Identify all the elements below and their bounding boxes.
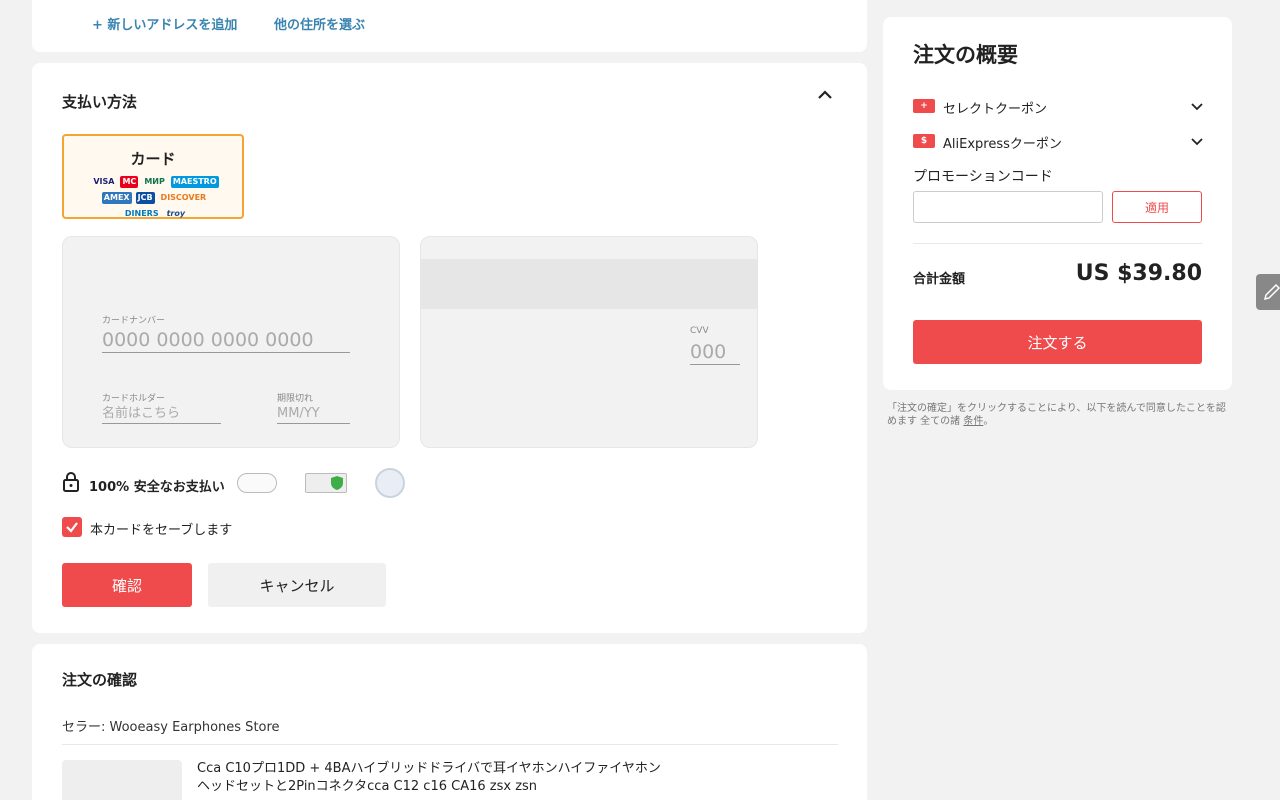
visa-logo: VISA: [93, 177, 115, 186]
card-number-input[interactable]: [102, 327, 350, 353]
card-payment-option[interactable]: カード VISA MC МИР MAESTRO AMEX JCB DISCOVE…: [62, 134, 244, 219]
promo-code-label: プロモーションコード: [913, 169, 1053, 185]
product-thumbnail[interactable]: [62, 760, 182, 800]
select-coupon-label: セレクトクーポン: [943, 102, 1048, 117]
pencil-icon: [1263, 283, 1280, 301]
save-card-label: 本カードをセーブします: [90, 523, 233, 538]
payment-panel: 支払い方法 カード VISA MC МИР MAESTRO AMEX JCB D…: [32, 63, 867, 633]
add-new-address-link[interactable]: + 新しいアドレスを追加: [92, 14, 237, 33]
chevron-down-icon[interactable]: [1191, 135, 1203, 147]
secure-payment-row: 100% 安全なお支払い: [62, 468, 422, 498]
chevron-up-icon[interactable]: [817, 87, 833, 103]
lock-icon: [63, 472, 79, 492]
pci-seal-icon: [375, 468, 405, 498]
confirm-button[interactable]: 確認: [62, 563, 192, 607]
address-panel: + 新しいアドレスを追加 他の住所を選ぶ: [32, 0, 867, 52]
cancel-button[interactable]: キャンセル: [208, 563, 386, 607]
product-name[interactable]: Cca C10プロ1DD + 4BAハイブリッドドライバで耳イヤホンハイファイヤ…: [197, 760, 667, 796]
mastercard-logo: MC: [120, 176, 139, 188]
card-brand-logos: VISA MC МИР MAESTRO AMEX JCB DISCOVER DI…: [84, 176, 226, 220]
divider: [62, 744, 838, 745]
aliexpress-coupon-label: AliExpressクーポン: [943, 137, 1062, 152]
terms-link[interactable]: 条件: [963, 416, 983, 427]
summary-title: 注文の概要: [913, 43, 1018, 67]
promo-code-input[interactable]: [913, 191, 1103, 223]
aliexpress-coupon-row[interactable]: $ AliExpressクーポン: [913, 131, 1203, 152]
card-front: カードナンバー カードホルダー 期限切れ: [62, 236, 400, 448]
total-label: 合計金額: [913, 272, 966, 287]
feedback-tab[interactable]: [1256, 274, 1280, 310]
choose-other-address-link[interactable]: 他の住所を選ぶ: [274, 14, 365, 33]
security-badge-icon: [237, 473, 277, 493]
order-review-panel: 注文の確認 セラー: Wooeasy Earphones Store Cca C…: [32, 644, 867, 800]
maestro-logo: MAESTRO: [170, 176, 219, 188]
select-coupon-row[interactable]: + セレクトクーポン: [913, 96, 1203, 117]
chevron-down-icon[interactable]: [1191, 100, 1203, 112]
cvv-input[interactable]: [690, 340, 740, 365]
jcb-logo: JCB: [135, 192, 155, 204]
card-number-label: カードナンバー: [102, 316, 166, 326]
dollar-coupon-icon: $: [913, 134, 935, 148]
order-review-title: 注文の確認: [62, 671, 138, 689]
troy-logo: troy: [166, 209, 186, 218]
total-amount: US $39.80: [1075, 261, 1202, 286]
discover-logo: DISCOVER: [160, 193, 207, 202]
secure-payment-text: 100% 安全なお支払い: [89, 480, 225, 495]
card-back: CVV: [420, 236, 758, 448]
magnetic-strip: [421, 259, 757, 309]
coupon-icon: +: [913, 99, 935, 113]
mir-logo: МИР: [144, 177, 165, 186]
payment-title: 支払い方法: [62, 93, 138, 111]
seller-name[interactable]: セラー: Wooeasy Earphones Store: [62, 716, 280, 735]
terms-end: 。: [983, 416, 994, 427]
terms-notice: 「注文の確定」をクリックすることにより、以下を読んで同意したことを認めます 全て…: [887, 402, 1232, 428]
apply-button[interactable]: 適用: [1112, 191, 1202, 223]
card-holder-input[interactable]: [102, 403, 221, 424]
save-card-checkbox[interactable]: [62, 517, 82, 537]
checkmark-icon: [66, 522, 78, 533]
place-order-button[interactable]: 注文する: [913, 320, 1202, 364]
terms-text: 「注文の確定」をクリックすることにより、以下を読んで同意したことを認めます 全て…: [887, 403, 1226, 427]
order-summary-panel: 注文の概要 + セレクトクーポン $ AliExpressクーポン プロモーショ…: [883, 17, 1232, 390]
card-option-label: カード: [130, 150, 176, 168]
ssl-badge-icon: [305, 473, 347, 493]
divider: [913, 243, 1202, 244]
diners-logo: DINERS: [124, 209, 159, 218]
amex-logo: AMEX: [101, 192, 132, 204]
cvv-label: CVV: [690, 326, 709, 336]
expiry-input[interactable]: [277, 403, 350, 424]
